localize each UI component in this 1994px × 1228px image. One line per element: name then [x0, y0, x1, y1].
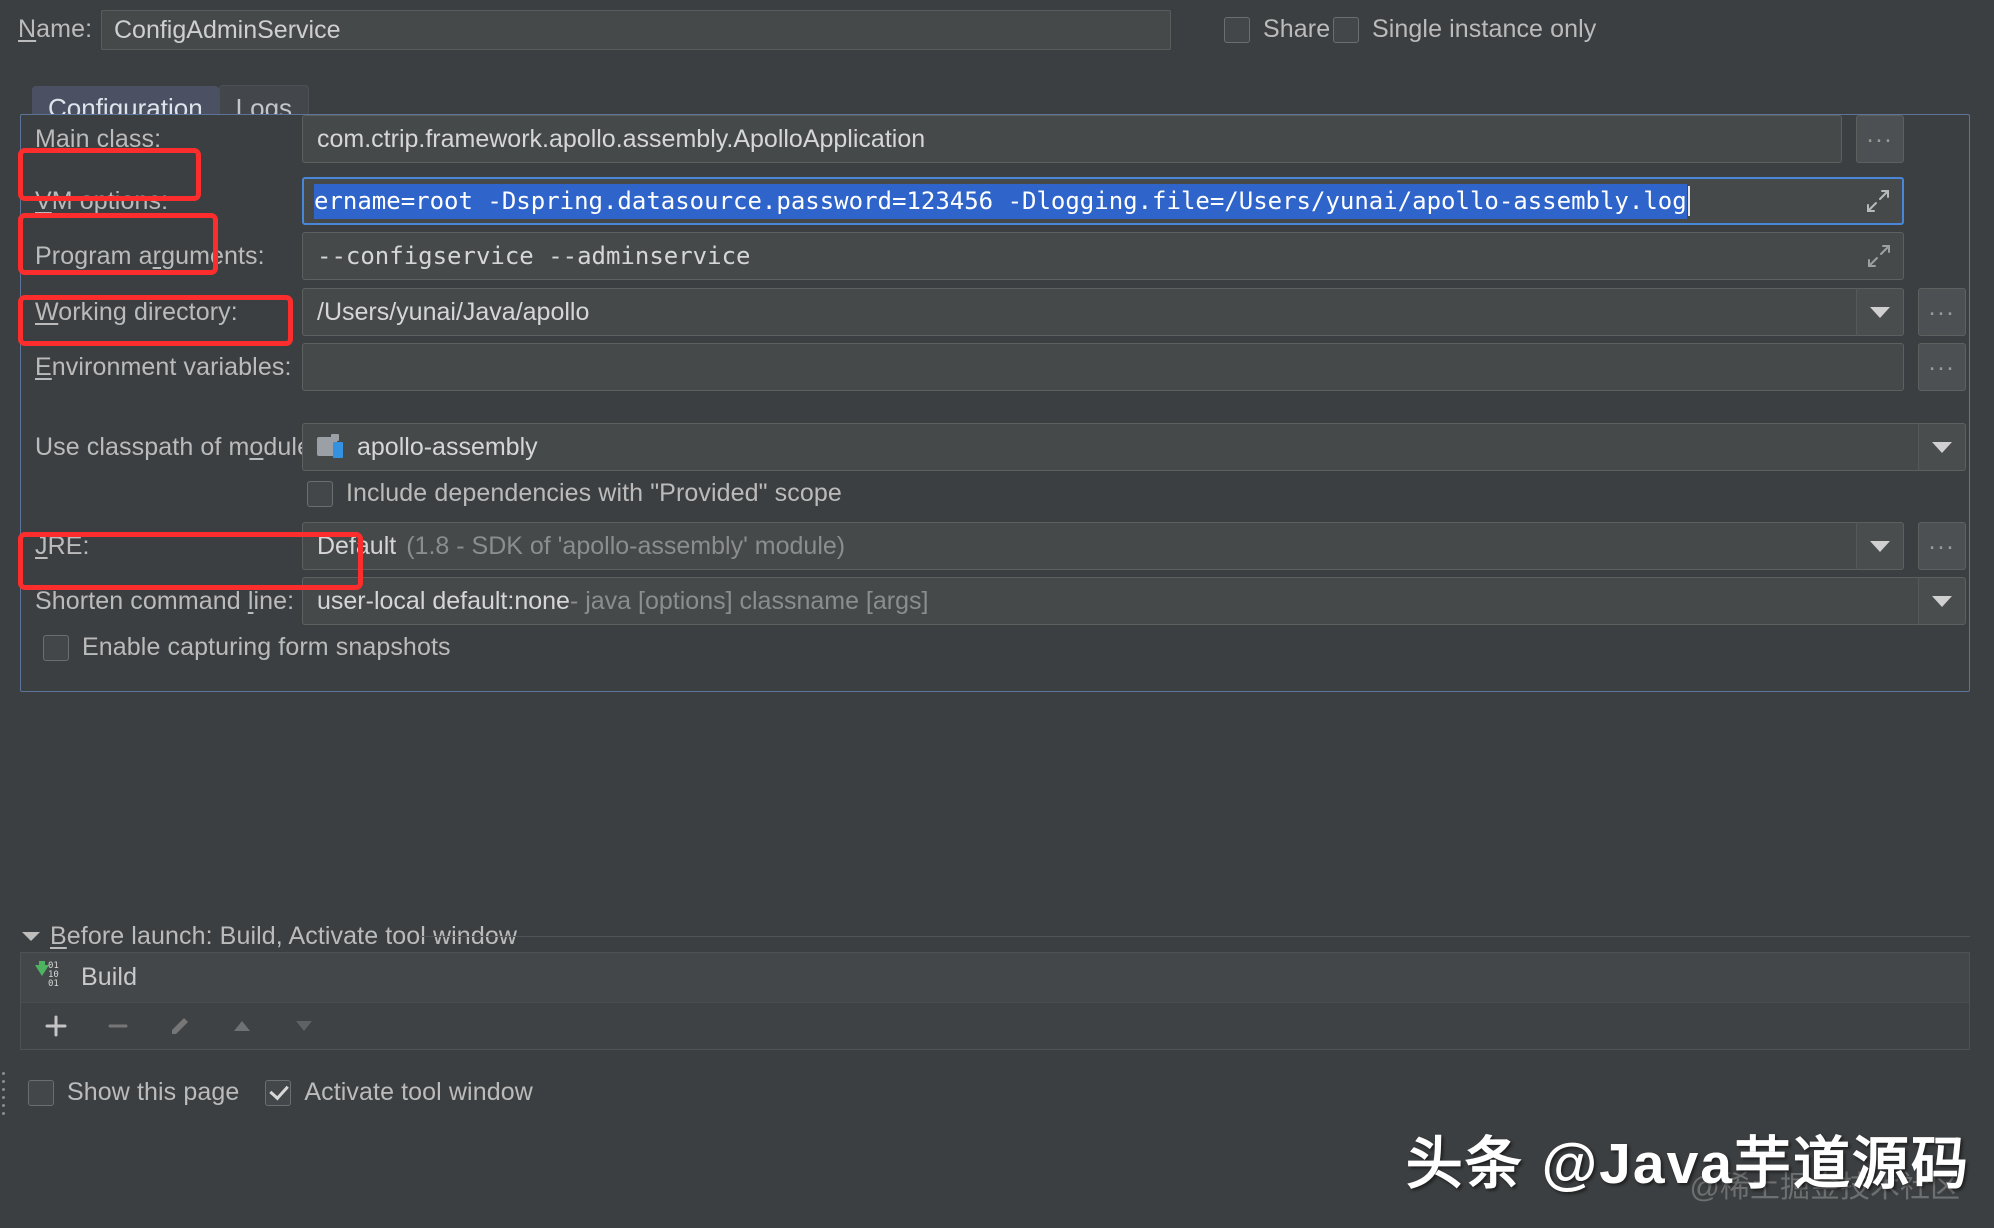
move-up-button[interactable] — [225, 1009, 259, 1043]
use-classpath-of-module-label: Use classpath of module: — [35, 433, 319, 461]
jre-row: Default (1.8 - SDK of 'apollo-assembly' … — [302, 522, 1966, 570]
environment-variables-label: Environment variables: — [35, 353, 292, 381]
move-down-button[interactable] — [287, 1009, 321, 1043]
main-class-browse-button[interactable]: ... — [1856, 115, 1904, 163]
main-class-label: Main class: — [35, 125, 162, 153]
jre-dropdown-button[interactable] — [1856, 522, 1904, 570]
share-checkbox-row[interactable]: Share — [1224, 15, 1330, 44]
single-instance-checkbox[interactable] — [1333, 16, 1359, 43]
resize-gripper[interactable] — [2, 1072, 5, 1115]
chevron-down-icon — [1870, 306, 1890, 318]
shorten-command-line-dropdown-button[interactable] — [1918, 577, 1966, 625]
environment-variables-browse-button[interactable]: ... — [1918, 343, 1966, 391]
share-checkbox[interactable] — [1224, 16, 1250, 43]
shorten-value-prefix: user-local default: — [317, 586, 515, 615]
jre-combo[interactable]: Default (1.8 - SDK of 'apollo-assembly' … — [302, 522, 1856, 570]
jre-value-detail: (1.8 - SDK of 'apollo-assembly' module) — [406, 531, 846, 560]
vm-options-value: ername=root -Dspring.datasource.password… — [314, 183, 1687, 219]
working-directory-row: /Users/yunai/Java/apollo ... — [302, 288, 1966, 336]
name-label: Name: — [18, 15, 93, 43]
enable-capturing-checkbox-row[interactable]: Enable capturing form snapshots — [43, 633, 451, 662]
task-label-build: Build — [81, 963, 138, 991]
show-this-page-checkbox-row[interactable]: Show this page — [28, 1078, 239, 1107]
chevron-down-icon — [1870, 540, 1890, 552]
remove-task-button[interactable] — [101, 1009, 135, 1043]
shorten-command-line-combo[interactable]: user-local default: none - java [options… — [302, 577, 1918, 625]
jre-label: JRE: — [35, 532, 90, 560]
include-provided-label: Include dependencies with "Provided" sco… — [346, 479, 842, 507]
main-class-row: com.ctrip.framework.apollo.assembly.Apol… — [302, 115, 1904, 163]
expand-icon[interactable] — [1857, 234, 1901, 278]
footer-options: Show this page Activate tool window — [28, 1078, 533, 1107]
module-value: apollo-assembly — [357, 432, 538, 461]
activate-tool-window-checkbox[interactable] — [265, 1079, 292, 1106]
working-directory-browse-button[interactable]: ... — [1918, 288, 1966, 336]
enable-capturing-label: Enable capturing form snapshots — [82, 633, 451, 661]
vm-options-input[interactable]: ername=root -Dspring.datasource.password… — [302, 177, 1904, 225]
watermark: 头条 @Java芋道源码 — [1405, 1132, 1970, 1196]
environment-variables-row: ... — [302, 343, 1966, 391]
program-arguments-value: --configservice --adminservice — [317, 242, 751, 270]
include-provided-checkbox[interactable] — [307, 480, 333, 507]
share-label: Share — [1263, 15, 1331, 43]
name-input-value: ConfigAdminService — [114, 15, 341, 44]
before-launch-task-list[interactable]: 01 10 01 Build — [20, 952, 1970, 1002]
program-arguments-row: --configservice --adminservice — [302, 232, 1904, 280]
shorten-command-line-row: user-local default: none - java [options… — [302, 577, 1966, 625]
before-launch-divider — [420, 936, 1970, 937]
jre-browse-button[interactable]: ... — [1918, 522, 1966, 570]
working-directory-dropdown-button[interactable] — [1856, 288, 1904, 336]
main-class-input[interactable]: com.ctrip.framework.apollo.assembly.Apol… — [302, 115, 1842, 163]
activate-tool-window-checkbox-row[interactable]: Activate tool window — [265, 1078, 533, 1107]
show-this-page-label: Show this page — [67, 1078, 240, 1106]
working-directory-value: /Users/yunai/Java/apollo — [317, 297, 590, 326]
environment-variables-input[interactable] — [302, 343, 1904, 391]
include-provided-checkbox-row[interactable]: Include dependencies with "Provided" sco… — [307, 479, 842, 508]
vm-options-label: VM options: — [35, 187, 169, 215]
shorten-value-selected: none — [514, 586, 570, 615]
single-instance-checkbox-row[interactable]: Single instance only — [1333, 15, 1596, 44]
before-launch-toolbar — [20, 1002, 1970, 1050]
shorten-value-suffix: - java [options] classname [args] — [569, 586, 929, 615]
edit-task-button[interactable] — [163, 1009, 197, 1043]
chevron-down-icon — [1932, 441, 1952, 453]
run-configuration-dialog: Name: ConfigAdminService Share Single in… — [0, 0, 1994, 1228]
text-caret — [1687, 186, 1690, 216]
program-arguments-input[interactable]: --configservice --adminservice — [302, 232, 1904, 280]
use-classpath-of-module-row: apollo-assembly — [302, 423, 1966, 471]
vm-options-row: ername=root -Dspring.datasource.password… — [302, 177, 1904, 225]
expand-icon[interactable] — [1856, 179, 1900, 223]
jre-value: Default — [317, 531, 397, 560]
working-directory-input[interactable]: /Users/yunai/Java/apollo — [302, 288, 1856, 336]
working-directory-label: Working directory: — [35, 298, 238, 326]
activate-tool-window-label: Activate tool window — [304, 1078, 533, 1106]
add-task-button[interactable] — [39, 1009, 73, 1043]
build-icon: 01 10 01 — [33, 960, 67, 995]
name-input[interactable]: ConfigAdminService — [101, 10, 1171, 50]
shorten-command-line-label: Shorten command line: — [35, 587, 295, 615]
collapse-triangle-icon[interactable] — [22, 932, 40, 941]
program-arguments-label: Program arguments: — [35, 242, 265, 270]
single-instance-label: Single instance only — [1372, 15, 1597, 43]
enable-capturing-checkbox[interactable] — [43, 634, 69, 661]
module-dropdown-button[interactable] — [1918, 423, 1966, 471]
main-class-value: com.ctrip.framework.apollo.assembly.Apol… — [317, 124, 926, 153]
configuration-panel: Main class: com.ctrip.framework.apollo.a… — [20, 114, 1970, 692]
chevron-down-icon — [1932, 595, 1952, 607]
show-this-page-checkbox[interactable] — [28, 1079, 54, 1106]
module-icon — [317, 434, 345, 460]
module-combo[interactable]: apollo-assembly — [302, 423, 1918, 471]
